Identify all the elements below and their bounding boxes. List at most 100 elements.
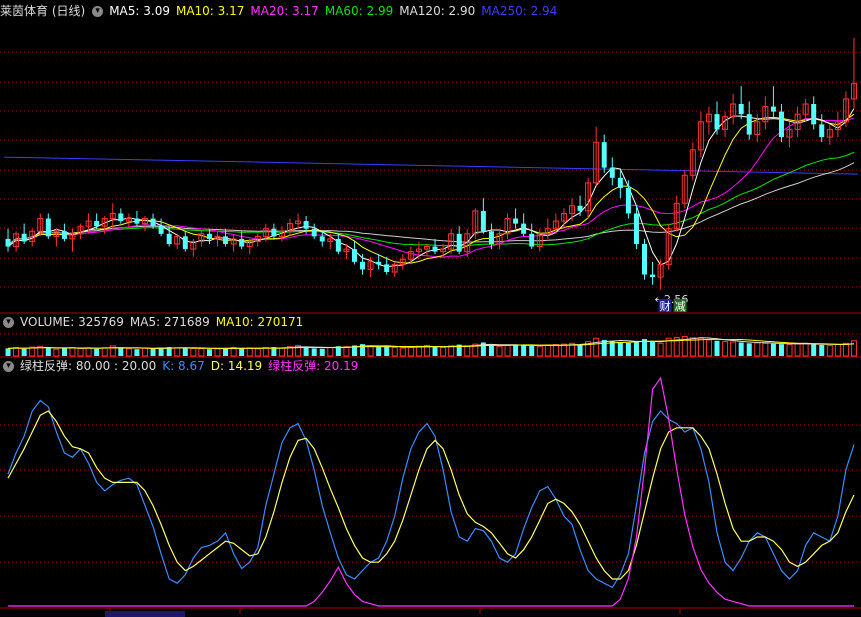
volume-bar (738, 342, 744, 356)
settings-icon[interactable]: ▾ (92, 6, 104, 17)
candle-body (480, 210, 486, 232)
volume-bar (94, 348, 100, 356)
candle-body (223, 236, 229, 244)
candle-body (319, 236, 325, 242)
volume-bar (384, 346, 390, 356)
price-header: 莱茵体育 (日线) ▾ MA5: 3.09 MA10: 3.17 MA20: 3.17 M… (0, 4, 563, 19)
volume-bar (327, 347, 334, 357)
volume-bar (778, 344, 784, 356)
volume-bar (601, 339, 607, 356)
ma120-value: MA120: 2.90 (399, 4, 476, 18)
kdj-header: ▾ 绿柱反弹: 80.00 : 20.00 K: 8.67 D: 14.19 绿柱反弹:… (0, 359, 364, 374)
candle-body (778, 111, 784, 138)
candle-body (577, 205, 583, 211)
ma60-line (7, 151, 855, 247)
volume-bar (198, 348, 205, 357)
candle-body (118, 213, 124, 222)
kdj-settings-icon[interactable]: ▾ (3, 361, 14, 372)
volume-bar (650, 342, 656, 356)
volume-bar (262, 347, 269, 357)
volume-bar (303, 347, 309, 356)
candle-body (521, 223, 527, 234)
volume-bar (343, 346, 350, 357)
volume-bar (504, 344, 511, 357)
volume-header: ▾ VOLUME: 325769 MA5: 271689 MA10: 270171 (0, 315, 309, 330)
volume-settings-icon[interactable]: ▾ (3, 317, 14, 328)
kdj-d-value: D: 14.19 (210, 359, 263, 373)
volume-bar (319, 348, 325, 356)
ma60-value: MA60: 2.99 (324, 4, 394, 18)
candle-body (432, 246, 438, 252)
candle-body (488, 231, 494, 244)
volume-bar (834, 344, 841, 357)
ma10-value: MA10: 3.17 (175, 4, 245, 18)
ma120-line (7, 162, 855, 246)
ma250-value: MA250: 2.94 (481, 4, 558, 18)
kdj-levels: : 80.00 : 20.00 (68, 359, 157, 373)
ma5-line (7, 108, 855, 268)
volume-bar (174, 347, 181, 357)
volume-bar (223, 348, 229, 356)
candle-body (360, 261, 366, 270)
volume-bar (399, 347, 406, 357)
candle-body (45, 218, 51, 237)
volume-bar (730, 341, 737, 357)
kdj-k-line (7, 399, 855, 589)
candle-body (714, 114, 720, 130)
volume-bar (21, 348, 27, 356)
volume-bar (464, 345, 471, 357)
volume-bar (101, 347, 108, 357)
volume-bar (488, 345, 494, 356)
volume-bar (826, 344, 833, 357)
ma10-line (7, 113, 855, 264)
volume-bar (560, 343, 567, 357)
volume-bar (13, 347, 20, 357)
volume-bar (69, 347, 76, 357)
kdj-d-line (7, 410, 855, 580)
volume-bar (577, 345, 583, 356)
candle-body (61, 231, 67, 239)
candle-body (456, 233, 462, 252)
candle-body (746, 114, 752, 135)
ma5-value: MA5: 3.09 (109, 4, 170, 18)
volume-bar (819, 345, 825, 356)
volume-bar (625, 342, 631, 356)
candle-body (94, 221, 100, 227)
volume-bar (722, 341, 729, 357)
ma20-value: MA20: 3.17 (250, 4, 319, 18)
candle-body (633, 213, 639, 244)
volume-bar (407, 346, 414, 357)
volume-bar (141, 347, 148, 357)
candle-body (134, 218, 140, 224)
volume-bar (440, 347, 447, 357)
volume-bar (544, 344, 551, 357)
volume-bar (657, 342, 664, 357)
candle-body (150, 218, 156, 227)
volume-bar (125, 348, 132, 357)
candle-body (271, 228, 277, 237)
candle-body (513, 218, 519, 224)
volume-bar (552, 344, 559, 357)
kdj-k-value: K: 8.67 (162, 359, 205, 373)
volume-bar (61, 348, 67, 356)
candle-body (617, 177, 623, 188)
candle-body (529, 233, 535, 247)
candle-body (239, 238, 245, 247)
candle-body (376, 261, 382, 265)
candle-body (311, 228, 317, 237)
volume-bar (762, 342, 769, 357)
kdj-name: 绿柱反弹 (20, 359, 69, 373)
candle-body (642, 244, 647, 275)
volume-bar (190, 347, 197, 357)
candle-body (770, 106, 776, 112)
volume-value: VOLUME: 325769 (20, 315, 124, 329)
volume-bar (513, 344, 519, 356)
stock-name: 莱茵体育 (日线) (0, 4, 86, 18)
volume-bar (802, 342, 809, 357)
volume-bar (150, 348, 156, 356)
volume-bar (593, 337, 600, 357)
volume-bar (697, 337, 704, 357)
volume-bar (529, 345, 535, 356)
candle-body (625, 188, 631, 214)
volume-bar (786, 344, 793, 357)
